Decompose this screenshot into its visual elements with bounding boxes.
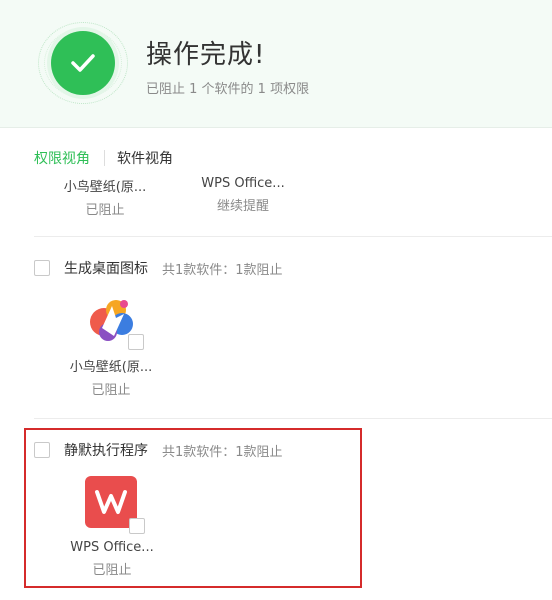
divider [34, 236, 552, 237]
app-icon-box [85, 476, 145, 534]
result-header: 操作完成! 已阻止 1 个软件的 1 项权限 [0, 0, 552, 128]
section-meta: 共1款软件：1款阻止 [162, 444, 283, 460]
section-title: 静默执行程序 [64, 443, 148, 459]
app-name: 小鸟壁纸(原... [63, 180, 147, 195]
app-card-wps-office[interactable]: WPS Office... 已阻止 [57, 476, 167, 578]
app-status: 已阻止 [85, 203, 125, 218]
app-name: WPS Office... [70, 540, 154, 555]
success-badge [51, 31, 115, 95]
app-name: 小鸟壁纸(原... [69, 360, 153, 375]
view-tabs: 权限视角 软件视角 [34, 148, 173, 168]
divider [34, 418, 552, 419]
app-name: WPS Office... [201, 176, 285, 191]
section-checkbox[interactable] [34, 442, 50, 458]
app-status: 已阻止 [91, 383, 131, 398]
check-icon [71, 54, 95, 72]
app-status: 已阻止 [92, 563, 132, 578]
list-item[interactable]: 小鸟壁纸(原... 已阻止 [50, 176, 160, 218]
tab-permission-view[interactable]: 权限视角 [34, 148, 90, 168]
list-item[interactable]: WPS Office... 继续提醒 [188, 176, 298, 214]
section-title: 生成桌面图标 [64, 261, 148, 277]
section-header-desktop-icon: 生成桌面图标 共1款软件：1款阻止 [34, 258, 283, 278]
app-status: 继续提醒 [216, 199, 269, 214]
app-icon-box [84, 292, 144, 350]
section-meta: 共1款软件：1款阻止 [162, 262, 283, 278]
tab-divider [104, 150, 105, 166]
app-checkbox[interactable] [129, 518, 145, 534]
tab-software-view[interactable]: 软件视角 [117, 148, 173, 168]
section-header-silent-exec: 静默执行程序 共1款软件：1款阻止 [34, 440, 283, 460]
section-checkbox[interactable] [34, 260, 50, 276]
app-checkbox[interactable] [128, 334, 144, 350]
app-card-bird-wallpaper[interactable]: 小鸟壁纸(原... 已阻止 [56, 292, 166, 398]
page-title: 操作完成! [146, 40, 266, 70]
page-subtitle: 已阻止 1 个软件的 1 项权限 [146, 82, 310, 97]
